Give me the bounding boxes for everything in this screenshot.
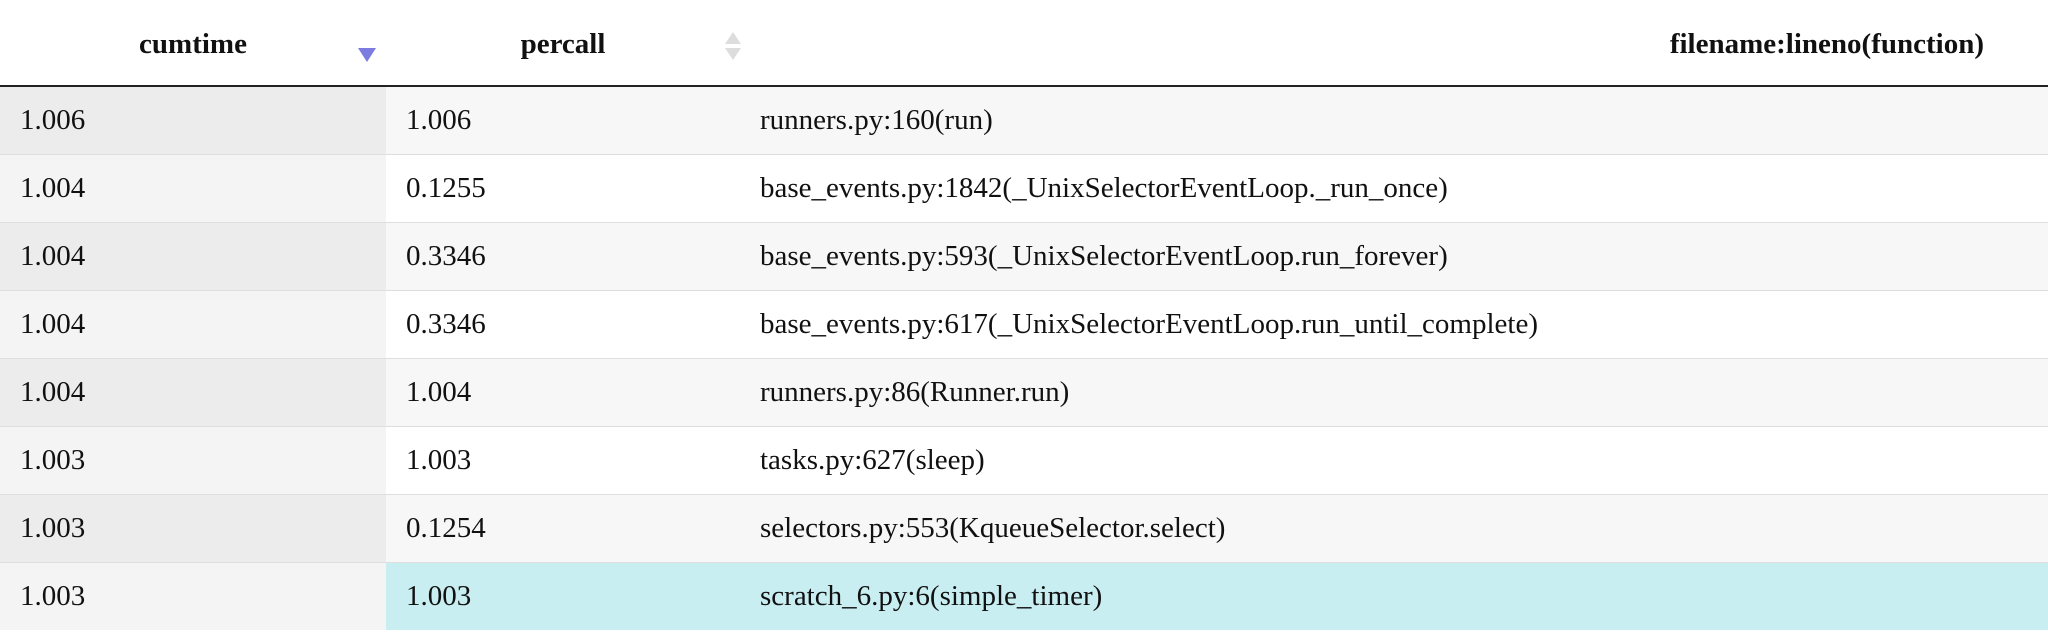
table-row[interactable]: 1.003 1.003 tasks.py:627(sleep) [0, 426, 2048, 495]
table-row[interactable]: 1.004 0.3346 base_events.py:617(_UnixSel… [0, 290, 2048, 359]
cell-percall: 1.006 [386, 85, 760, 155]
cell-percall: 1.003 [386, 562, 760, 630]
table-row[interactable]: 1.004 1.004 runners.py:86(Runner.run) [0, 358, 2048, 427]
cell-percall: 0.1255 [386, 154, 760, 223]
cell-cumtime: 1.004 [0, 154, 386, 223]
column-header-label: percall [520, 28, 606, 60]
cell-function: tasks.py:627(sleep) [760, 426, 2048, 495]
cell-function: base_events.py:1842(_UnixSelectorEventLo… [760, 154, 2048, 223]
cell-function: selectors.py:553(KqueueSelector.select) [760, 494, 2048, 563]
cell-percall: 1.003 [386, 426, 760, 495]
sort-up-arrow-icon [725, 32, 741, 44]
cell-cumtime: 1.003 [0, 494, 386, 563]
column-header-function[interactable]: filename:lineno(function) [760, 0, 2048, 87]
cell-function: scratch_6.py:6(simple_timer) [760, 562, 2048, 630]
cell-percall: 0.3346 [386, 290, 760, 359]
cell-percall: 1.004 [386, 358, 760, 427]
cell-percall: 0.3346 [386, 222, 760, 291]
table-row[interactable]: 1.006 1.006 runners.py:160(run) [0, 85, 2048, 155]
column-header-label: cumtime [139, 28, 247, 60]
table-header-row: cumtime percall filename:lineno(function… [0, 0, 2048, 87]
table-row-highlighted[interactable]: 1.003 1.003 scratch_6.py:6(simple_timer) [0, 562, 2048, 630]
cell-cumtime: 1.003 [0, 562, 386, 630]
column-header-percall[interactable]: percall [386, 0, 760, 87]
cell-cumtime: 1.006 [0, 85, 386, 155]
profile-stats-table: cumtime percall filename:lineno(function… [0, 0, 2048, 630]
cell-function: runners.py:160(run) [760, 85, 2048, 155]
table-row[interactable]: 1.003 0.1254 selectors.py:553(KqueueSele… [0, 494, 2048, 563]
cell-percall: 0.1254 [386, 494, 760, 563]
cell-cumtime: 1.004 [0, 290, 386, 359]
cell-function: base_events.py:617(_UnixSelectorEventLoo… [760, 290, 2048, 359]
cell-cumtime: 1.004 [0, 358, 386, 427]
column-header-label: filename:lineno(function) [1669, 28, 1984, 60]
column-header-cumtime[interactable]: cumtime [0, 0, 386, 87]
cell-function: base_events.py:593(_UnixSelectorEventLoo… [760, 222, 2048, 291]
table-row[interactable]: 1.004 0.1255 base_events.py:1842(_UnixSe… [0, 154, 2048, 223]
cell-function: runners.py:86(Runner.run) [760, 358, 2048, 427]
sort-unsorted-icon[interactable] [725, 32, 743, 64]
sort-down-arrow-icon [725, 48, 741, 60]
cell-cumtime: 1.004 [0, 222, 386, 291]
cell-cumtime: 1.003 [0, 426, 386, 495]
sort-descending-icon[interactable] [358, 48, 376, 62]
table-row[interactable]: 1.004 0.3346 base_events.py:593(_UnixSel… [0, 222, 2048, 291]
